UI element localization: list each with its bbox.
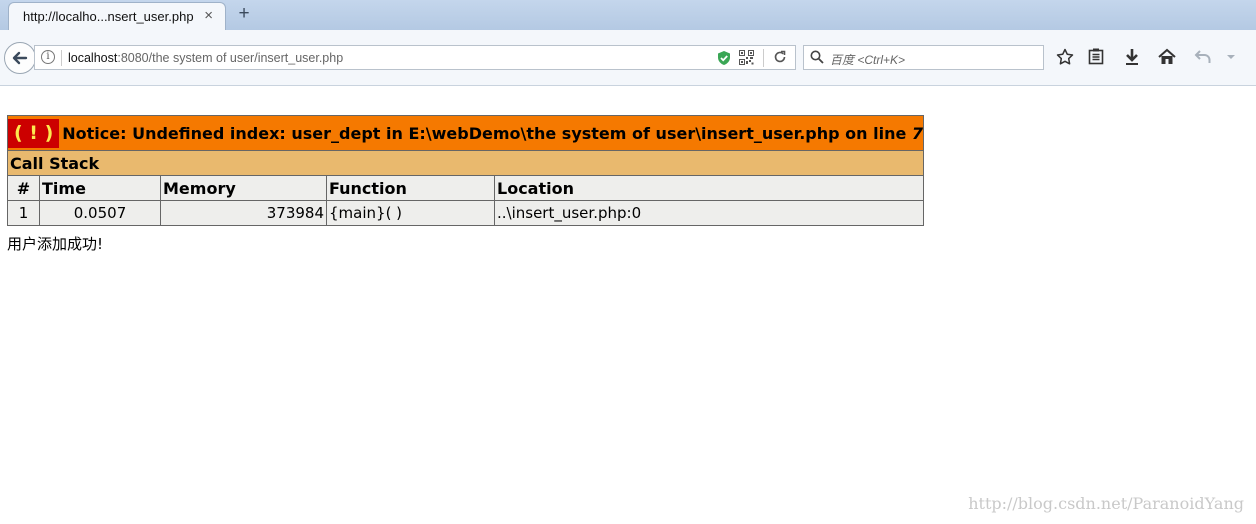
url-path: :8080/the system of user/insert_user.php xyxy=(117,51,344,65)
search-icon xyxy=(810,50,824,64)
notice-row: ( ! ) Notice: Undefined index: user_dept … xyxy=(6,115,925,151)
search-bar[interactable]: 百度 <Ctrl+K> xyxy=(803,45,1044,70)
cell-time: 0.0507 xyxy=(39,200,161,226)
notice-message: Notice: Undefined index: user_dept in E:… xyxy=(62,123,912,143)
notice-line-number: 7 xyxy=(911,123,924,143)
column-header-time: Time xyxy=(39,175,161,201)
tab-active[interactable]: http://localho...nsert_user.php × xyxy=(8,2,226,30)
warning-bang-icon: ( ! ) xyxy=(8,118,60,148)
column-header-location: Location xyxy=(493,175,925,201)
url-separator-2 xyxy=(763,49,764,67)
table-row: 1 0.0507 373984 {main}( ) ..\insert_user… xyxy=(7,200,925,226)
new-tab-icon[interactable]: + xyxy=(234,3,254,25)
download-icon[interactable] xyxy=(1124,48,1140,66)
back-button[interactable] xyxy=(4,42,36,74)
success-message: 用户添加成功! xyxy=(7,235,104,253)
undo-icon[interactable] xyxy=(1194,48,1212,66)
reload-icon[interactable] xyxy=(773,50,787,64)
back-arrow-icon xyxy=(12,51,28,65)
xdebug-error-table: ( ! ) Notice: Undefined index: user_dept … xyxy=(6,115,925,226)
url-text[interactable]: localhost:8080/the system of user/insert… xyxy=(68,51,343,65)
navigation-bar: i localhost:8080/the system of user/inse… xyxy=(0,30,1256,86)
qr-code-icon[interactable] xyxy=(739,50,754,65)
url-separator xyxy=(61,50,62,66)
notice-cell: ( ! ) Notice: Undefined index: user_dept … xyxy=(6,115,925,151)
column-header-memory: Memory xyxy=(160,175,327,201)
close-icon[interactable]: × xyxy=(204,7,213,24)
column-header-function: Function xyxy=(326,175,495,201)
watermark: http://blog.csdn.net/ParanoidYang xyxy=(968,494,1244,513)
cell-location: ..\insert_user.php:0 xyxy=(493,200,925,226)
column-header-num: # xyxy=(7,175,40,201)
column-header-row: # Time Memory Function Location xyxy=(7,175,925,201)
cell-memory: 373984 xyxy=(160,200,327,226)
call-stack-title: Call Stack xyxy=(6,150,925,176)
url-host: localhost xyxy=(68,51,118,65)
url-bar[interactable]: i localhost:8080/the system of user/inse… xyxy=(34,45,796,70)
tab-title: http://localho...nsert_user.php xyxy=(23,9,194,24)
search-input[interactable]: 百度 <Ctrl+K> xyxy=(830,51,905,68)
home-icon[interactable] xyxy=(1158,48,1176,66)
cell-num: 1 xyxy=(7,200,40,226)
shield-icon[interactable] xyxy=(717,50,731,66)
info-icon[interactable]: i xyxy=(41,50,55,64)
tab-strip: http://localho...nsert_user.php × + xyxy=(0,0,1256,30)
star-icon[interactable] xyxy=(1056,48,1074,66)
dropdown-icon[interactable] xyxy=(1226,53,1236,61)
reading-list-icon[interactable] xyxy=(1088,48,1104,66)
cell-function: {main}( ) xyxy=(326,200,495,226)
call-stack-header: Call Stack xyxy=(6,150,925,176)
